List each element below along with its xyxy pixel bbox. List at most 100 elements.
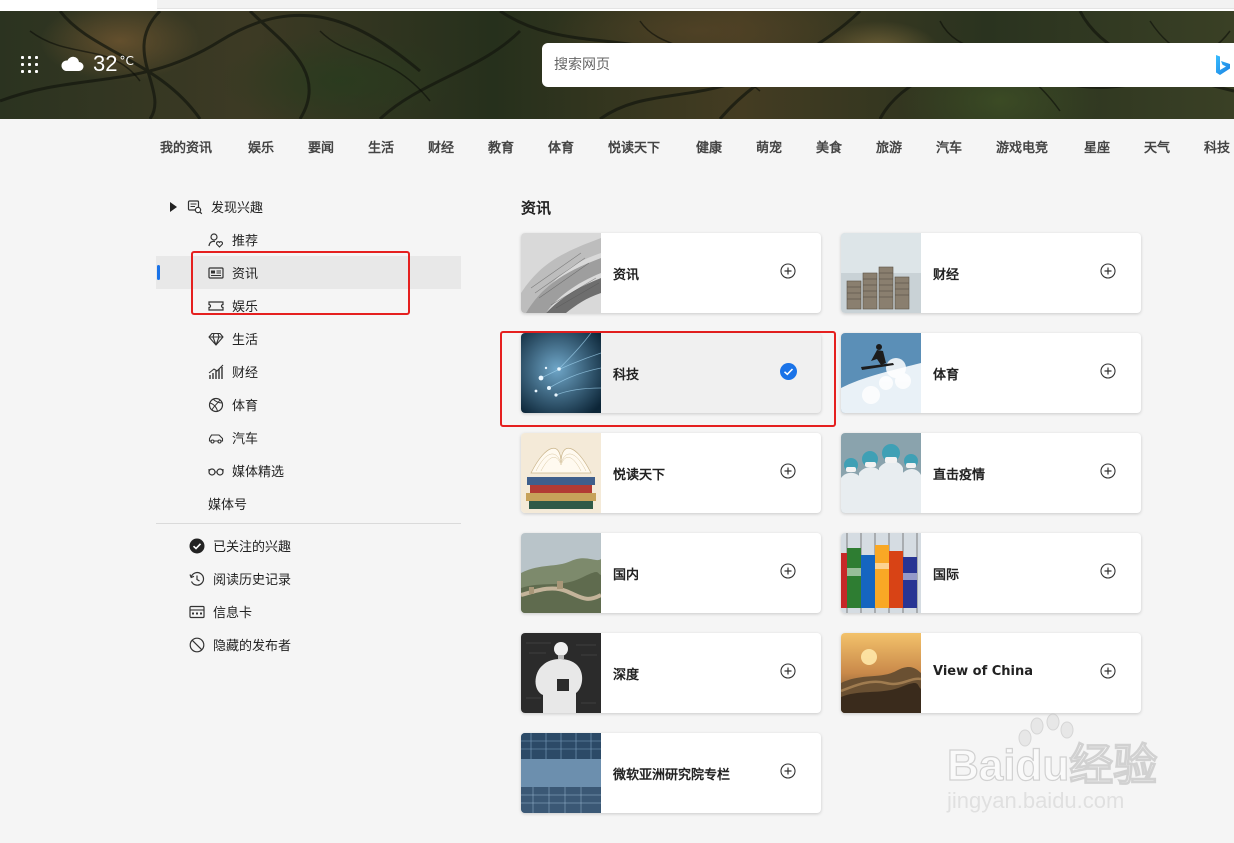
temperature-value: 32 (93, 51, 118, 76)
sidebar-item-sports[interactable]: 体育 (156, 388, 461, 421)
topic-card-in-depth[interactable]: 深度 (521, 633, 821, 713)
category-item[interactable]: 健康 (696, 137, 722, 156)
lightbulb-head-thumbnail (521, 633, 601, 713)
diamond-icon (208, 332, 224, 346)
bing-icon[interactable] (1214, 54, 1234, 76)
category-item[interactable]: 悦读天下 (608, 137, 660, 156)
topic-card-msra-column[interactable]: 微软亚洲研究院专栏 (521, 733, 821, 813)
newspaper-thumbnail (521, 233, 601, 313)
sidebar-item-label: 生活 (232, 333, 259, 348)
flags-thumbnail (841, 533, 921, 613)
watermark-brand: Baidu经验 (947, 741, 1157, 790)
topic-card-tech[interactable]: 科技 (521, 333, 821, 413)
category-item[interactable]: 体育 (548, 137, 574, 156)
topic-card-label: 资讯 (613, 268, 640, 283)
category-item[interactable]: 财经 (428, 137, 454, 156)
category-item[interactable]: 娱乐 (248, 137, 274, 156)
sidebar-item-label: 汽车 (232, 432, 259, 447)
category-bar: 我的资讯 娱乐 要闻 生活 财经 教育 体育 悦读天下 健康 萌宠 美食 旅游 … (0, 119, 1234, 171)
search-input[interactable] (554, 54, 1194, 76)
sidebar-item-news[interactable]: 资讯 (156, 256, 461, 289)
add-circle-icon[interactable] (780, 463, 796, 479)
category-item[interactable]: 星座 (1084, 137, 1110, 156)
topic-card-sports[interactable]: 体育 (841, 333, 1141, 413)
chart-icon (208, 364, 224, 379)
sidebar-item-history[interactable]: 阅读历史记录 (156, 562, 461, 595)
section-title: 资讯 (521, 199, 552, 217)
category-item[interactable]: 萌宠 (756, 137, 782, 156)
category-item[interactable]: 教育 (488, 137, 514, 156)
sidebar-item-recommend[interactable]: 推荐 (156, 223, 461, 256)
sidebar-item-hidden-publishers[interactable]: 隐藏的发布者 (156, 628, 461, 661)
category-item[interactable]: 我的资讯 (160, 137, 212, 156)
block-icon (189, 637, 205, 652)
add-circle-icon[interactable] (1100, 263, 1116, 279)
topic-card-label: 微软亚洲研究院专栏 (613, 768, 731, 783)
category-item[interactable]: 汽车 (936, 137, 962, 156)
sidebar-item-label: 阅读历史记录 (213, 573, 292, 588)
sidebar-item-finance[interactable]: 财经 (156, 355, 461, 388)
snowboarder-thumbnail (841, 333, 921, 413)
topic-card-label: 悦读天下 (613, 468, 666, 483)
category-item[interactable]: 要闻 (308, 137, 334, 156)
topic-card-epidemic[interactable]: 直击疫情 (841, 433, 1141, 513)
sidebar-divider (156, 523, 461, 524)
sidebar-item-auto[interactable]: 汽车 (156, 421, 461, 454)
category-item[interactable]: 游戏电竞 (996, 137, 1048, 156)
category-item[interactable]: 美食 (816, 137, 842, 156)
topic-card-view-of-china[interactable]: View of China (841, 633, 1141, 713)
sidebar-item-entertainment[interactable]: 娱乐 (156, 289, 461, 322)
topic-card-label: 国内 (613, 568, 640, 583)
topic-card-label: 国际 (933, 568, 960, 583)
add-circle-icon[interactable] (1100, 463, 1116, 479)
add-circle-icon[interactable] (780, 263, 796, 279)
weather-widget[interactable]: 32 °C (60, 51, 134, 77)
glasses-icon (208, 467, 224, 476)
sidebar-item-label: 娱乐 (232, 300, 259, 315)
great-wall-thumbnail (521, 533, 601, 613)
category-item[interactable]: 天气 (1144, 137, 1170, 156)
category-item[interactable]: 生活 (368, 137, 394, 156)
sidebar-item-label: 推荐 (232, 234, 259, 249)
ticket-icon (208, 300, 224, 311)
sidebar-item-info-card[interactable]: 信息卡 (156, 595, 461, 628)
discover-icon (187, 199, 203, 214)
add-circle-icon[interactable] (1100, 563, 1116, 579)
sidebar-item-media-picks[interactable]: 媒体精选 (156, 454, 461, 487)
topic-card-domestic[interactable]: 国内 (521, 533, 821, 613)
topic-card-label: View of China (933, 664, 1034, 679)
add-circle-icon[interactable] (780, 563, 796, 579)
fiber-optic-thumbnail (521, 333, 601, 413)
topic-card-reading[interactable]: 悦读天下 (521, 433, 821, 513)
expand-caret-icon[interactable] (170, 201, 177, 212)
sidebar-discover[interactable]: 发现兴趣 (156, 190, 461, 223)
sidebar-item-label: 资讯 (232, 267, 259, 282)
sidebar-item-life[interactable]: 生活 (156, 322, 461, 355)
header-banner: 32 °C (0, 11, 1234, 119)
category-item[interactable]: 旅游 (876, 137, 902, 156)
topic-card-news[interactable]: 资讯 (521, 233, 821, 313)
selected-indicator (157, 265, 160, 280)
sidebar-item-media-accounts[interactable]: 媒体号 (156, 487, 461, 520)
sidebar-discover-label: 发现兴趣 (211, 201, 264, 216)
search-box[interactable] (542, 43, 1234, 87)
topic-card-label: 直击疫情 (933, 468, 986, 483)
add-circle-icon[interactable] (780, 763, 796, 779)
ball-icon (208, 397, 224, 412)
temperature-unit: °C (119, 54, 134, 68)
microsoft-building-thumbnail (521, 733, 601, 813)
car-icon (208, 433, 224, 444)
sidebar-item-label: 信息卡 (213, 606, 253, 621)
add-circle-icon[interactable] (1100, 363, 1116, 379)
add-circle-icon[interactable] (1100, 663, 1116, 679)
add-circle-icon[interactable] (780, 663, 796, 679)
sidebar-item-label: 媒体号 (208, 498, 248, 513)
followed-check-icon[interactable] (780, 363, 797, 380)
apps-grid-icon[interactable] (21, 56, 41, 76)
baidu-jingyan-watermark: Baidu经验 jingyan.baidu.com (946, 713, 1158, 813)
browser-top-strip (0, 0, 1234, 11)
sidebar-item-followed[interactable]: 已关注的兴趣 (156, 529, 461, 562)
category-item[interactable]: 科技 (1204, 137, 1230, 156)
topic-card-international[interactable]: 国际 (841, 533, 1141, 613)
topic-card-finance[interactable]: 财经 (841, 233, 1141, 313)
